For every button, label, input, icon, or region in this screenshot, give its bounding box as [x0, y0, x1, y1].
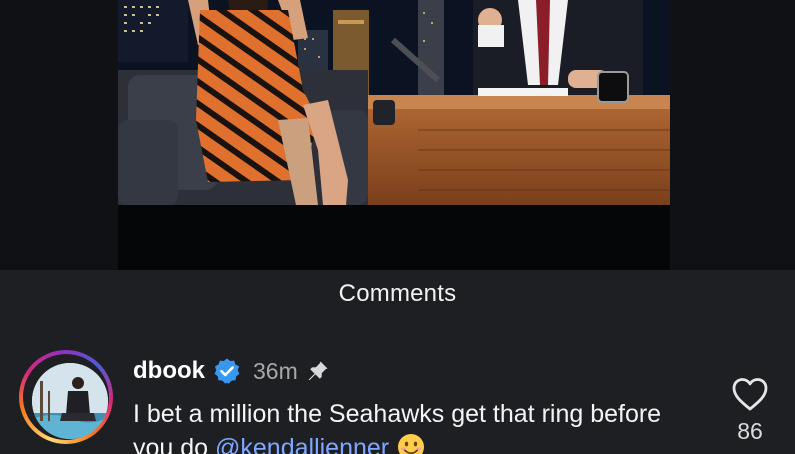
heart-outline-icon — [732, 378, 768, 411]
comment-item[interactable]: dbook 36m I bet a million the Seahawks g… — [0, 350, 795, 454]
app-screen: Comments dbook 36m I bet a million the S… — [0, 0, 795, 454]
comments-sheet: Comments dbook 36m I bet a million the S… — [0, 270, 795, 454]
mention-link[interactable]: @kendalljenner — [215, 434, 389, 454]
video-frame — [118, 0, 670, 270]
avatar-image — [32, 363, 108, 439]
comment-header: dbook 36m — [133, 356, 330, 386]
like-count: 86 — [737, 418, 763, 444]
smiling-face-emoji-icon — [397, 433, 425, 454]
comment-username[interactable]: dbook — [133, 357, 205, 385]
verified-badge-icon — [213, 357, 241, 385]
video-container — [0, 0, 795, 270]
pin-icon — [306, 359, 330, 383]
avatar[interactable] — [32, 363, 108, 439]
avatar-story-ring[interactable] — [19, 350, 113, 444]
comment-timestamp: 36m — [253, 357, 298, 384]
video-player[interactable] — [118, 0, 670, 270]
like-button[interactable] — [728, 374, 772, 414]
comment-body: I bet a million the Seahawks get that ri… — [133, 397, 703, 454]
comments-title: Comments — [338, 280, 457, 307]
